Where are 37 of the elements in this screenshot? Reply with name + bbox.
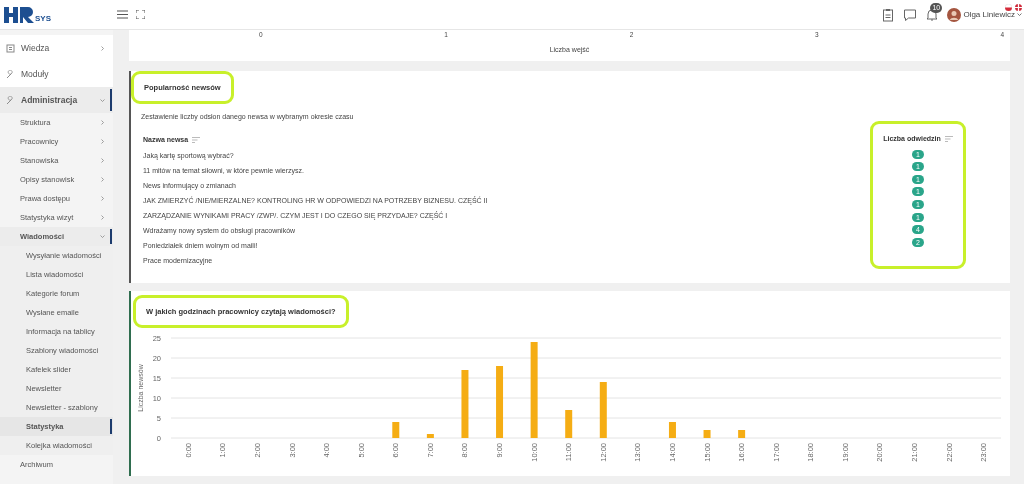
bar: [703, 430, 711, 438]
chat-icon[interactable]: [903, 7, 918, 22]
chevron-down-icon[interactable]: [100, 234, 105, 239]
bar: [668, 422, 676, 438]
menu-icon[interactable]: [117, 10, 128, 19]
wrench-icon: [6, 69, 15, 79]
chevron-right-icon[interactable]: [100, 215, 105, 220]
chevron-right-icon[interactable]: [100, 196, 105, 201]
chevron-right-icon[interactable]: [100, 177, 105, 182]
sidebar-item[interactable]: Moduły: [0, 61, 113, 87]
user-menu[interactable]: Olga Liniewicz: [963, 8, 1015, 21]
chevron-right-icon[interactable]: [100, 139, 105, 144]
bar: [565, 410, 573, 438]
bar: [738, 430, 746, 438]
bell-icon[interactable]: [925, 7, 940, 22]
clipboard-icon[interactable]: [881, 7, 896, 22]
sort-icon[interactable]: [944, 135, 953, 142]
chevron-down-icon[interactable]: [100, 97, 105, 103]
chevron-right-icon[interactable]: [100, 158, 105, 163]
sidebar-item[interactable]: Wiedza: [0, 35, 113, 61]
bar: [496, 366, 504, 438]
avatar-icon[interactable]: [947, 7, 962, 22]
caret-icon[interactable]: [1017, 13, 1022, 16]
logo-text: SYS: [35, 12, 51, 25]
logo-icon: [4, 6, 34, 23]
bar: [426, 434, 434, 438]
bar: [392, 422, 400, 438]
bar: [461, 370, 469, 438]
chevron-right-icon[interactable]: [100, 120, 105, 125]
sort-icon[interactable]: [192, 136, 201, 143]
wrench-icon: [6, 95, 15, 105]
bar: [599, 382, 607, 438]
book-icon: [6, 43, 15, 53]
fullscreen-icon[interactable]: [136, 10, 145, 19]
sidebar-item[interactable]: Administracja: [0, 87, 113, 113]
chevron-right-icon[interactable]: [100, 45, 105, 51]
flag-icon[interactable]: [1005, 3, 1012, 11]
